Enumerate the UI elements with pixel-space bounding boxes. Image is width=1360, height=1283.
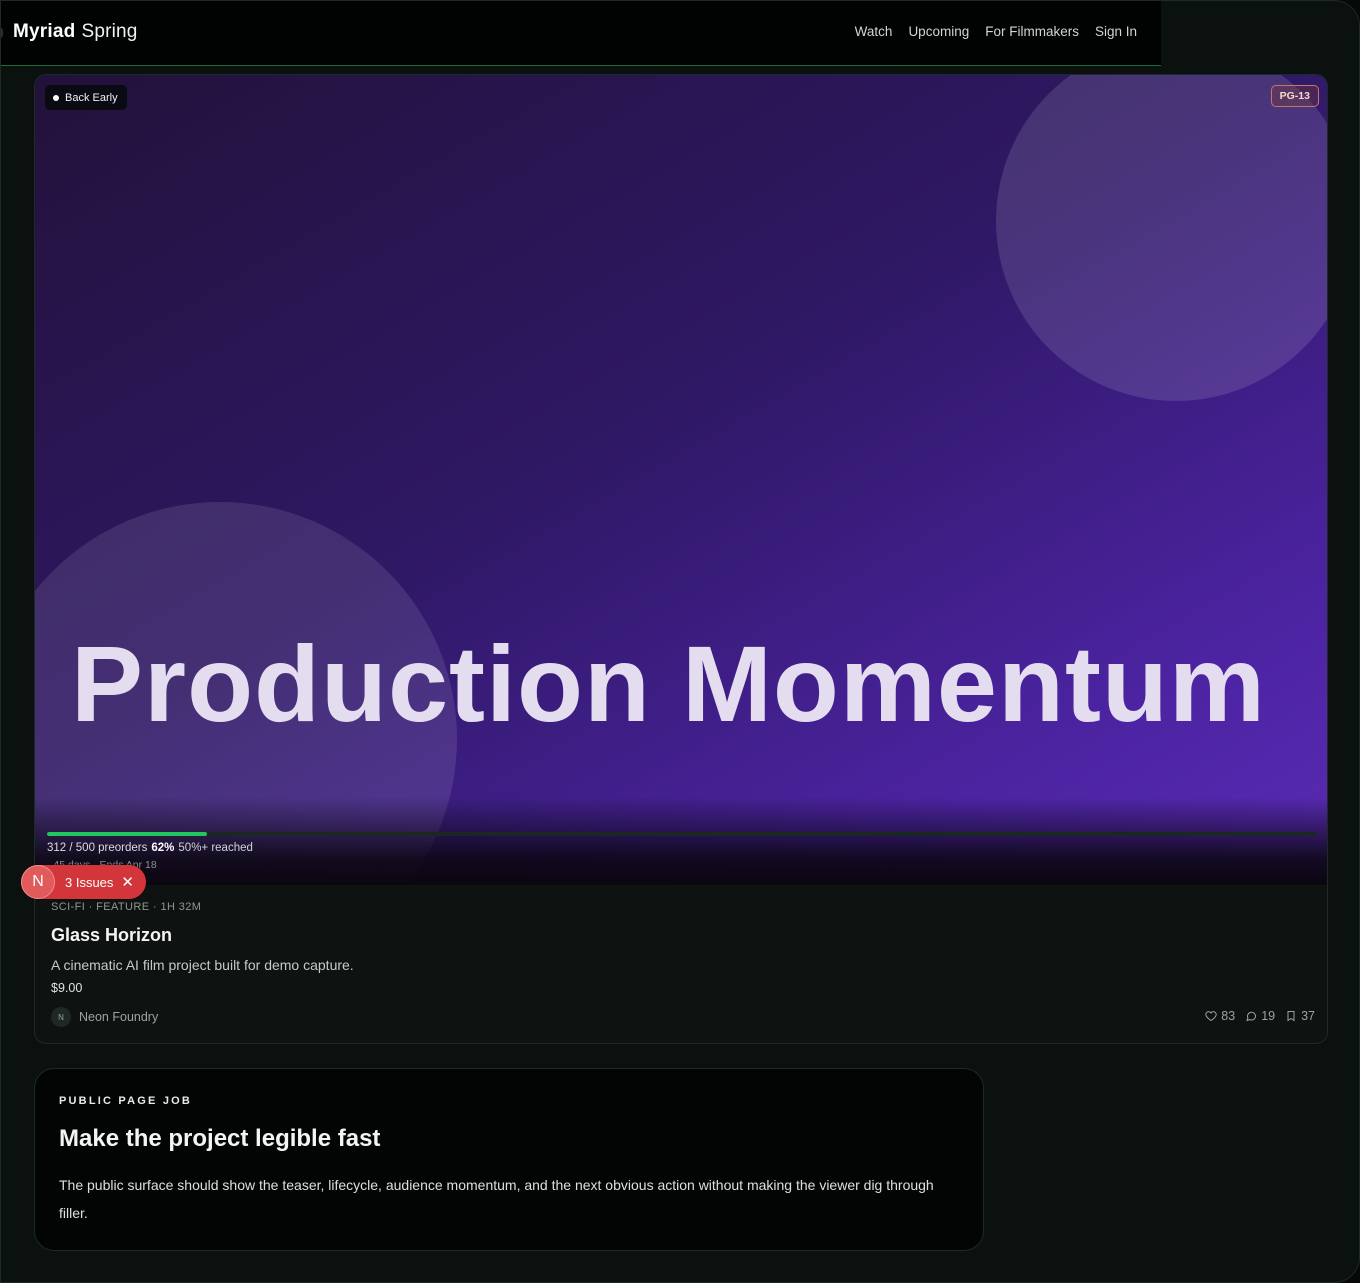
saves-count: 37 (1301, 1009, 1315, 1023)
brand-edge-mark (1, 28, 3, 38)
preorder-progress-text: 312 / 500 preorders 62% 50%+ reached (47, 842, 253, 854)
rating-badge: PG-13 (1270, 85, 1319, 107)
film-meta: SCI-FI · FEATURE · 1H 32M (51, 901, 202, 913)
comments-stat[interactable]: 19 (1245, 1009, 1275, 1023)
app-frame: Myriad Spring Watch Upcoming For Filmmake… (0, 0, 1360, 1283)
nav-filmmakers-link[interactable]: For Filmmakers (985, 24, 1079, 39)
main-nav: Watch Upcoming For Filmmakers Sign In (855, 24, 1137, 39)
public-page-job-panel: PUBLIC PAGE JOB Make the project legible… (34, 1068, 984, 1251)
preorder-reached: 50%+ reached (178, 842, 253, 854)
brand-name-bold: Myriad (13, 21, 76, 42)
engagement-stats: 83 19 37 (1205, 1009, 1315, 1023)
top-nav-bar: Myriad Spring Watch Upcoming For Filmmake… (1, 1, 1161, 66)
back-early-badge: Back Early (45, 85, 127, 110)
nav-watch-link[interactable]: Watch (855, 24, 893, 39)
brand-logo[interactable]: Myriad Spring (13, 21, 138, 43)
film-price: $9.00 (51, 981, 83, 995)
preorder-count: 312 / 500 preorders (47, 842, 148, 854)
saves-stat[interactable]: 37 (1285, 1009, 1315, 1023)
nav-sign-in-link[interactable]: Sign In (1095, 24, 1137, 39)
issues-avatar: N (21, 865, 55, 899)
film-title[interactable]: Glass Horizon (51, 925, 172, 946)
bookmark-icon (1287, 1011, 1295, 1022)
preorder-progress-fill (47, 832, 208, 836)
issues-indicator[interactable]: N 3 Issues ✕ (21, 865, 146, 899)
close-icon[interactable]: ✕ (121, 875, 134, 890)
panel-body: The public surface should show the tease… (59, 1177, 934, 1221)
badge-dot-icon (53, 94, 59, 101)
preorder-progress-bar (47, 832, 1317, 836)
likes-stat[interactable]: 83 (1205, 1009, 1235, 1023)
creator-name: Neon Foundry (79, 1010, 159, 1024)
hero-teaser[interactable]: Back Early PG-13 Production Momentum 312… (35, 75, 1327, 885)
panel-eyebrow: PUBLIC PAGE JOB (59, 1095, 193, 1107)
heart-icon (1205, 1011, 1217, 1022)
likes-count: 83 (1221, 1009, 1236, 1023)
creator-avatar: N (51, 1007, 71, 1027)
brand-name-light: Spring (81, 21, 138, 42)
back-early-label: Back Early (65, 91, 118, 104)
issues-label: 3 Issues (65, 874, 114, 890)
nav-upcoming-link[interactable]: Upcoming (908, 24, 969, 39)
comment-icon (1246, 1011, 1257, 1022)
film-description: A cinematic AI film project built for de… (51, 957, 354, 973)
creator-link[interactable]: N Neon Foundry (51, 1007, 158, 1027)
preorder-percent: 62% (151, 842, 175, 854)
hero-bottom-fade (35, 797, 1327, 885)
comments-count: 19 (1261, 1009, 1276, 1023)
decorative-circle-top-right (996, 75, 1327, 401)
panel-title: Make the project legible fast (59, 1125, 381, 1152)
hero-title: Production Momentum (71, 623, 1266, 744)
project-card[interactable]: Back Early PG-13 Production Momentum 312… (34, 74, 1328, 1044)
